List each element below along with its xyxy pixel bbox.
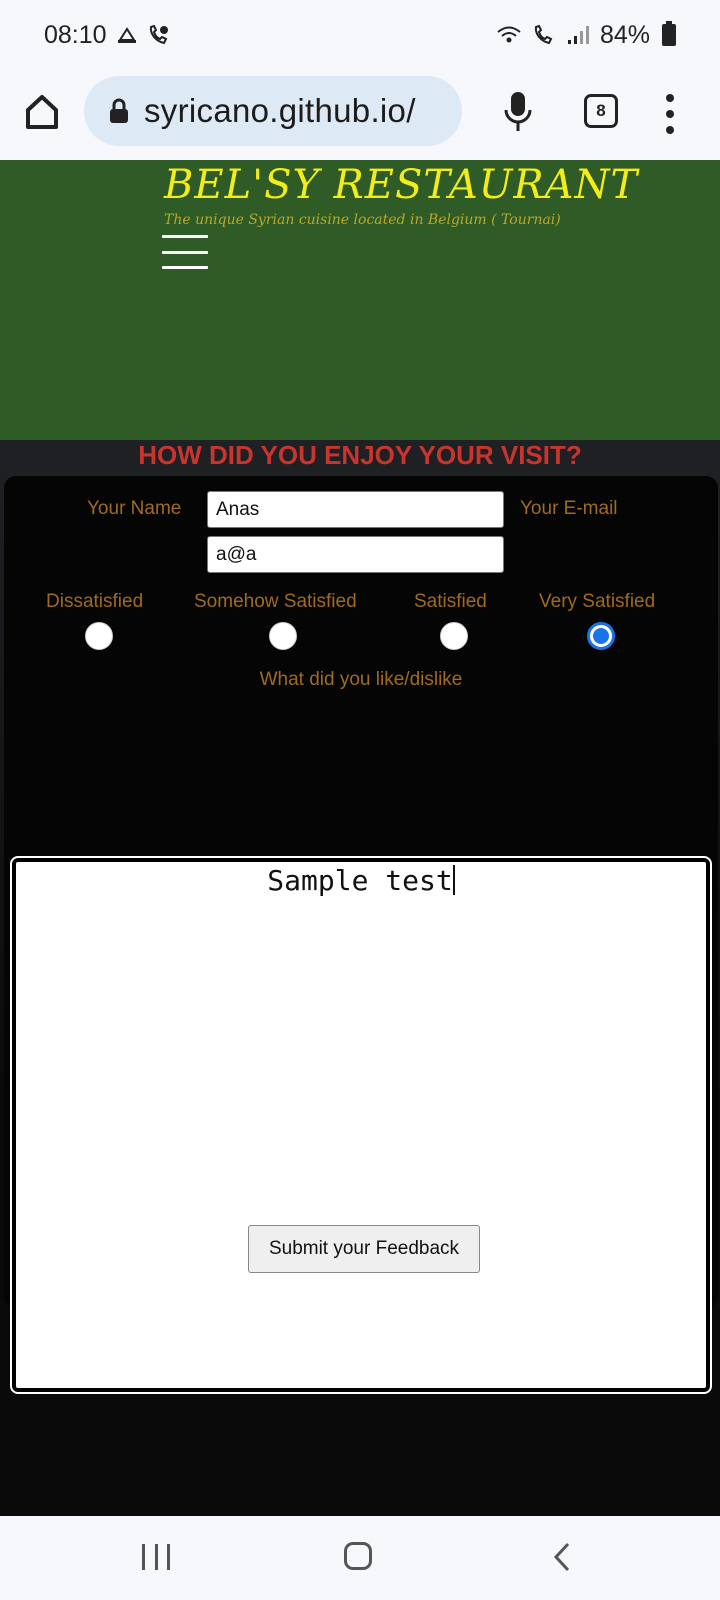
- battery-icon: [662, 21, 676, 46]
- name-field[interactable]: [207, 491, 504, 528]
- comment-label: What did you like/dislike: [259, 669, 463, 690]
- status-right: 84%: [496, 21, 676, 50]
- home-icon[interactable]: [22, 90, 62, 134]
- status-bar: 08:10 84%: [0, 0, 720, 70]
- rating-radio-satisfied[interactable]: [440, 622, 468, 650]
- url-text: syricano.github.io/: [144, 92, 416, 129]
- rating-label-very-satisfied: Very Satisfied: [539, 591, 656, 612]
- address-bar[interactable]: syricano.github.io/: [84, 76, 462, 146]
- signal-icon: [566, 25, 590, 45]
- text-caret: [452, 865, 455, 895]
- more-vert-icon[interactable]: [660, 94, 680, 134]
- recents-icon[interactable]: [142, 1544, 170, 1570]
- wifi-icon: [496, 25, 522, 45]
- home-icon[interactable]: [344, 1542, 372, 1570]
- back-icon[interactable]: [550, 1540, 574, 1574]
- rating-radio-dissatisfied[interactable]: [85, 622, 113, 650]
- tabs-button[interactable]: 8: [584, 94, 618, 128]
- mic-icon[interactable]: [502, 88, 534, 136]
- call-icon: [532, 24, 556, 46]
- submit-feedback-button[interactable]: Submit your Feedback: [248, 1225, 480, 1273]
- hamburger-icon[interactable]: [162, 235, 208, 269]
- battery-percent: 84%: [599, 20, 650, 49]
- navigation-app-icon: [117, 26, 137, 44]
- comment-text: Sample test: [267, 864, 453, 897]
- rating-label-somehow-satisfied: Somehow Satisfied: [194, 591, 357, 612]
- browser-toolbar: syricano.github.io/ 8: [0, 70, 720, 160]
- status-time: 08:10: [44, 20, 107, 49]
- tab-count: 8: [596, 101, 606, 120]
- call-icon: [147, 24, 169, 46]
- brand-subtitle: The unique Syrian cuisine located in Bel…: [164, 212, 561, 228]
- page-content: BEL'SY RESTAURANT The unique Syrian cuis…: [0, 160, 720, 1516]
- rating-label-satisfied: Satisfied: [414, 591, 487, 612]
- rating-radio-very-satisfied[interactable]: [587, 622, 615, 650]
- name-label: Your Name: [87, 498, 182, 519]
- rating-radio-somehow-satisfied[interactable]: [269, 622, 297, 650]
- status-left: 08:10: [44, 21, 169, 50]
- email-label: Your E-mail: [520, 498, 618, 519]
- system-nav-bar: [0, 1516, 720, 1600]
- hero-header: BEL'SY RESTAURANT The unique Syrian cuis…: [0, 160, 720, 440]
- email-field[interactable]: [207, 536, 504, 573]
- feedback-form: Your Name Your E-mail Dissatisfied Someh…: [4, 476, 718, 1394]
- comment-textarea[interactable]: Sample test: [10, 856, 712, 1394]
- lock-icon: [110, 98, 128, 123]
- rating-label-dissatisfied: Dissatisfied: [46, 591, 144, 612]
- brand-title[interactable]: BEL'SY RESTAURANT: [164, 162, 638, 208]
- feedback-heading: HOW DID YOU ENJOY YOUR VISIT?: [138, 440, 582, 470]
